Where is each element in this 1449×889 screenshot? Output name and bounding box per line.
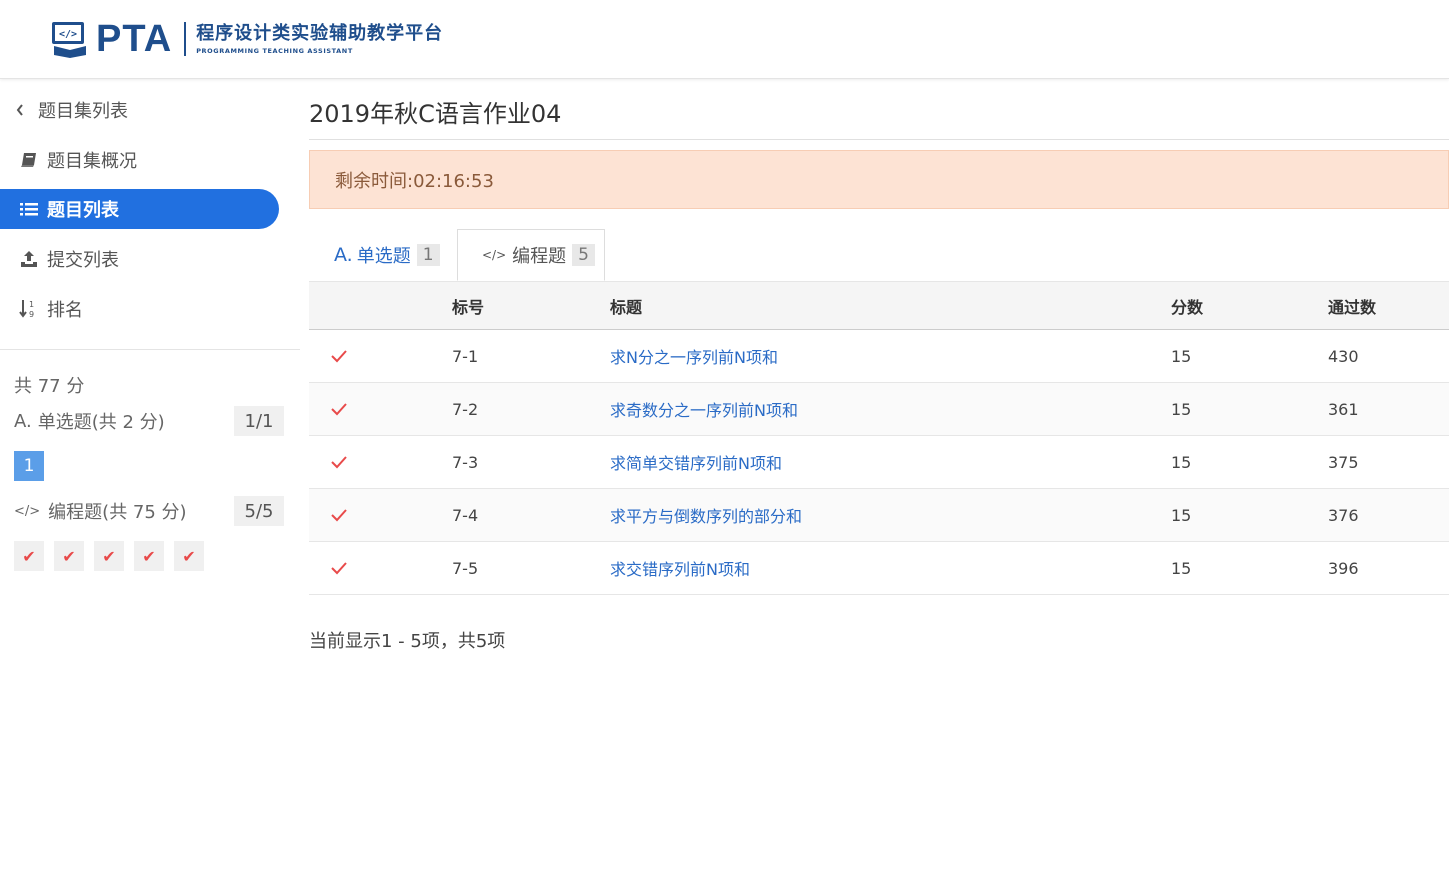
section-label: 编程题(共 75 分): [48, 502, 187, 523]
section-single-choice: A. 单选题(共 2 分) 1/1: [14, 406, 284, 436]
problem-title-link[interactable]: 求奇数分之一序列前N项和: [610, 383, 798, 435]
check-icon: ✔: [142, 546, 156, 566]
check-icon: [331, 489, 347, 541]
check-icon: ✔: [62, 546, 76, 566]
question-box[interactable]: 1: [14, 451, 44, 481]
sidebar-item-problem-list[interactable]: 题目列表: [0, 189, 279, 229]
col-header-id[interactable]: 标号: [452, 282, 484, 330]
platform-name-en: PROGRAMMING TEACHING ASSISTANT: [196, 47, 353, 55]
section-count: 1/1: [234, 406, 284, 436]
problem-id: 7-4: [452, 505, 479, 525]
choice-icon: A.: [334, 244, 353, 266]
check-icon: [331, 542, 347, 594]
section-count: 5/5: [234, 496, 284, 526]
score-total: 共 77 分: [14, 376, 85, 397]
problem-id: 7-3: [452, 452, 479, 472]
check-icon: ✔: [22, 546, 36, 566]
col-header-score[interactable]: 分数: [1171, 282, 1203, 330]
sidebar-item-label: 题目集概况: [47, 151, 137, 172]
code-monitor-logo-icon: </>: [50, 20, 90, 58]
tab-count-badge: 5: [572, 244, 595, 266]
remaining-time-banner: 剩余时间:02:16:53: [309, 150, 1449, 209]
problem-type-tabs: A. 单选题 1 </> 编程题 5: [309, 229, 1449, 281]
tab-label: 单选题: [356, 246, 411, 267]
svg-text:9: 9: [29, 310, 34, 319]
sidebar-item-submissions[interactable]: 提交列表: [0, 239, 279, 279]
logo-divider: [184, 22, 187, 56]
table-row[interactable]: 7-3 求简单交错序列前N项和 15 375: [309, 436, 1449, 489]
tab-single-choice[interactable]: A. 单选题 1: [334, 229, 440, 281]
problem-score: 15: [1171, 452, 1192, 472]
pagination-summary: 当前显示1 - 5项，共5项: [309, 631, 506, 652]
upload-icon: [19, 250, 39, 268]
sidebar: 题目集列表 题目集概况 题目列表 提交列表 19 排名 共 77 分 A. 单选…: [0, 80, 300, 889]
problem-score: 15: [1171, 399, 1192, 419]
check-icon: ✔: [182, 546, 196, 566]
sidebar-item-label: 题目集列表: [38, 101, 128, 122]
sidebar-divider: [0, 349, 300, 350]
sidebar-item-label: 排名: [47, 300, 83, 321]
sort-numeric-icon: 19: [19, 299, 39, 319]
check-icon: [331, 436, 347, 488]
svg-text:1: 1: [29, 300, 34, 309]
problem-title-link[interactable]: 求交错序列前N项和: [610, 542, 750, 594]
question-box[interactable]: ✔: [94, 541, 124, 571]
pta-logo[interactable]: </> PTA 程序设计类实验辅助教学平台 PROGRAMMING TEACHI…: [50, 20, 443, 58]
table-body: 7-1 求N分之一序列前N项和 15 430 7-2 求奇数分之一序列前N项和 …: [309, 330, 1449, 595]
problem-score: 15: [1171, 346, 1192, 366]
problem-title-link[interactable]: 求平方与倒数序列的部分和: [610, 489, 802, 541]
sidebar-item-overview[interactable]: 题目集概况: [0, 140, 279, 180]
problem-title-link[interactable]: 求N分之一序列前N项和: [610, 330, 778, 382]
check-icon: ✔: [102, 546, 116, 566]
problem-table: 标号 标题 分数 通过数 7-1 求N分之一序列前N项和 15 430 7-2 …: [309, 281, 1449, 595]
problem-passed-count: 375: [1328, 452, 1359, 472]
section-label: 单选题(共 2 分): [37, 412, 165, 433]
problem-passed-count: 430: [1328, 346, 1359, 366]
platform-name: 程序设计类实验辅助教学平台: [196, 23, 444, 44]
table-row[interactable]: 7-1 求N分之一序列前N项和 15 430: [309, 330, 1449, 383]
check-icon: [331, 383, 347, 435]
question-box[interactable]: ✔: [134, 541, 164, 571]
table-row[interactable]: 7-5 求交错序列前N项和 15 396: [309, 542, 1449, 595]
section-programming: </> 编程题(共 75 分) 5/5: [14, 496, 284, 526]
list-icon: [19, 202, 39, 217]
problem-passed-count: 396: [1328, 558, 1359, 578]
sidebar-item-label: 提交列表: [47, 250, 119, 271]
page-title: 2019年秋C语言作业04: [309, 100, 562, 128]
code-icon: </>: [482, 248, 507, 262]
sidebar-item-label: 题目列表: [47, 200, 119, 221]
logo-pta-text: PTA: [96, 18, 173, 60]
question-box[interactable]: ✔: [174, 541, 204, 571]
table-row[interactable]: 7-4 求平方与倒数序列的部分和 15 376: [309, 489, 1449, 542]
problem-id: 7-2: [452, 399, 479, 419]
problem-passed-count: 376: [1328, 505, 1359, 525]
book-icon: [19, 152, 39, 168]
question-box[interactable]: ✔: [14, 541, 44, 571]
code-icon: </>: [14, 503, 41, 519]
sidebar-item-problem-sets[interactable]: 题目集列表: [0, 90, 279, 130]
col-header-title[interactable]: 标题: [610, 282, 642, 330]
problem-passed-count: 361: [1328, 399, 1359, 419]
problem-id: 7-5: [452, 558, 479, 578]
table-row[interactable]: 7-2 求奇数分之一序列前N项和 15 361: [309, 383, 1449, 436]
question-box[interactable]: ✔: [54, 541, 84, 571]
problem-title-link[interactable]: 求简单交错序列前N项和: [610, 436, 782, 488]
tab-count-badge: 1: [416, 244, 440, 266]
top-header: </> PTA 程序设计类实验辅助教学平台 PROGRAMMING TEACHI…: [0, 0, 1449, 79]
chevron-left-icon: [10, 103, 30, 117]
choice-icon: A.: [14, 410, 32, 432]
tab-programming[interactable]: </> 编程题 5: [457, 229, 605, 281]
svg-text:</>: </>: [59, 29, 77, 40]
tab-label: 编程题: [512, 246, 567, 267]
check-icon: [331, 330, 347, 382]
col-header-passed[interactable]: 通过数: [1328, 282, 1376, 330]
title-divider: [309, 139, 1449, 140]
problem-score: 15: [1171, 505, 1192, 525]
table-header: 标号 标题 分数 通过数: [309, 281, 1449, 330]
sidebar-item-ranking[interactable]: 19 排名: [0, 289, 279, 329]
problem-score: 15: [1171, 558, 1192, 578]
problem-id: 7-1: [452, 346, 479, 366]
